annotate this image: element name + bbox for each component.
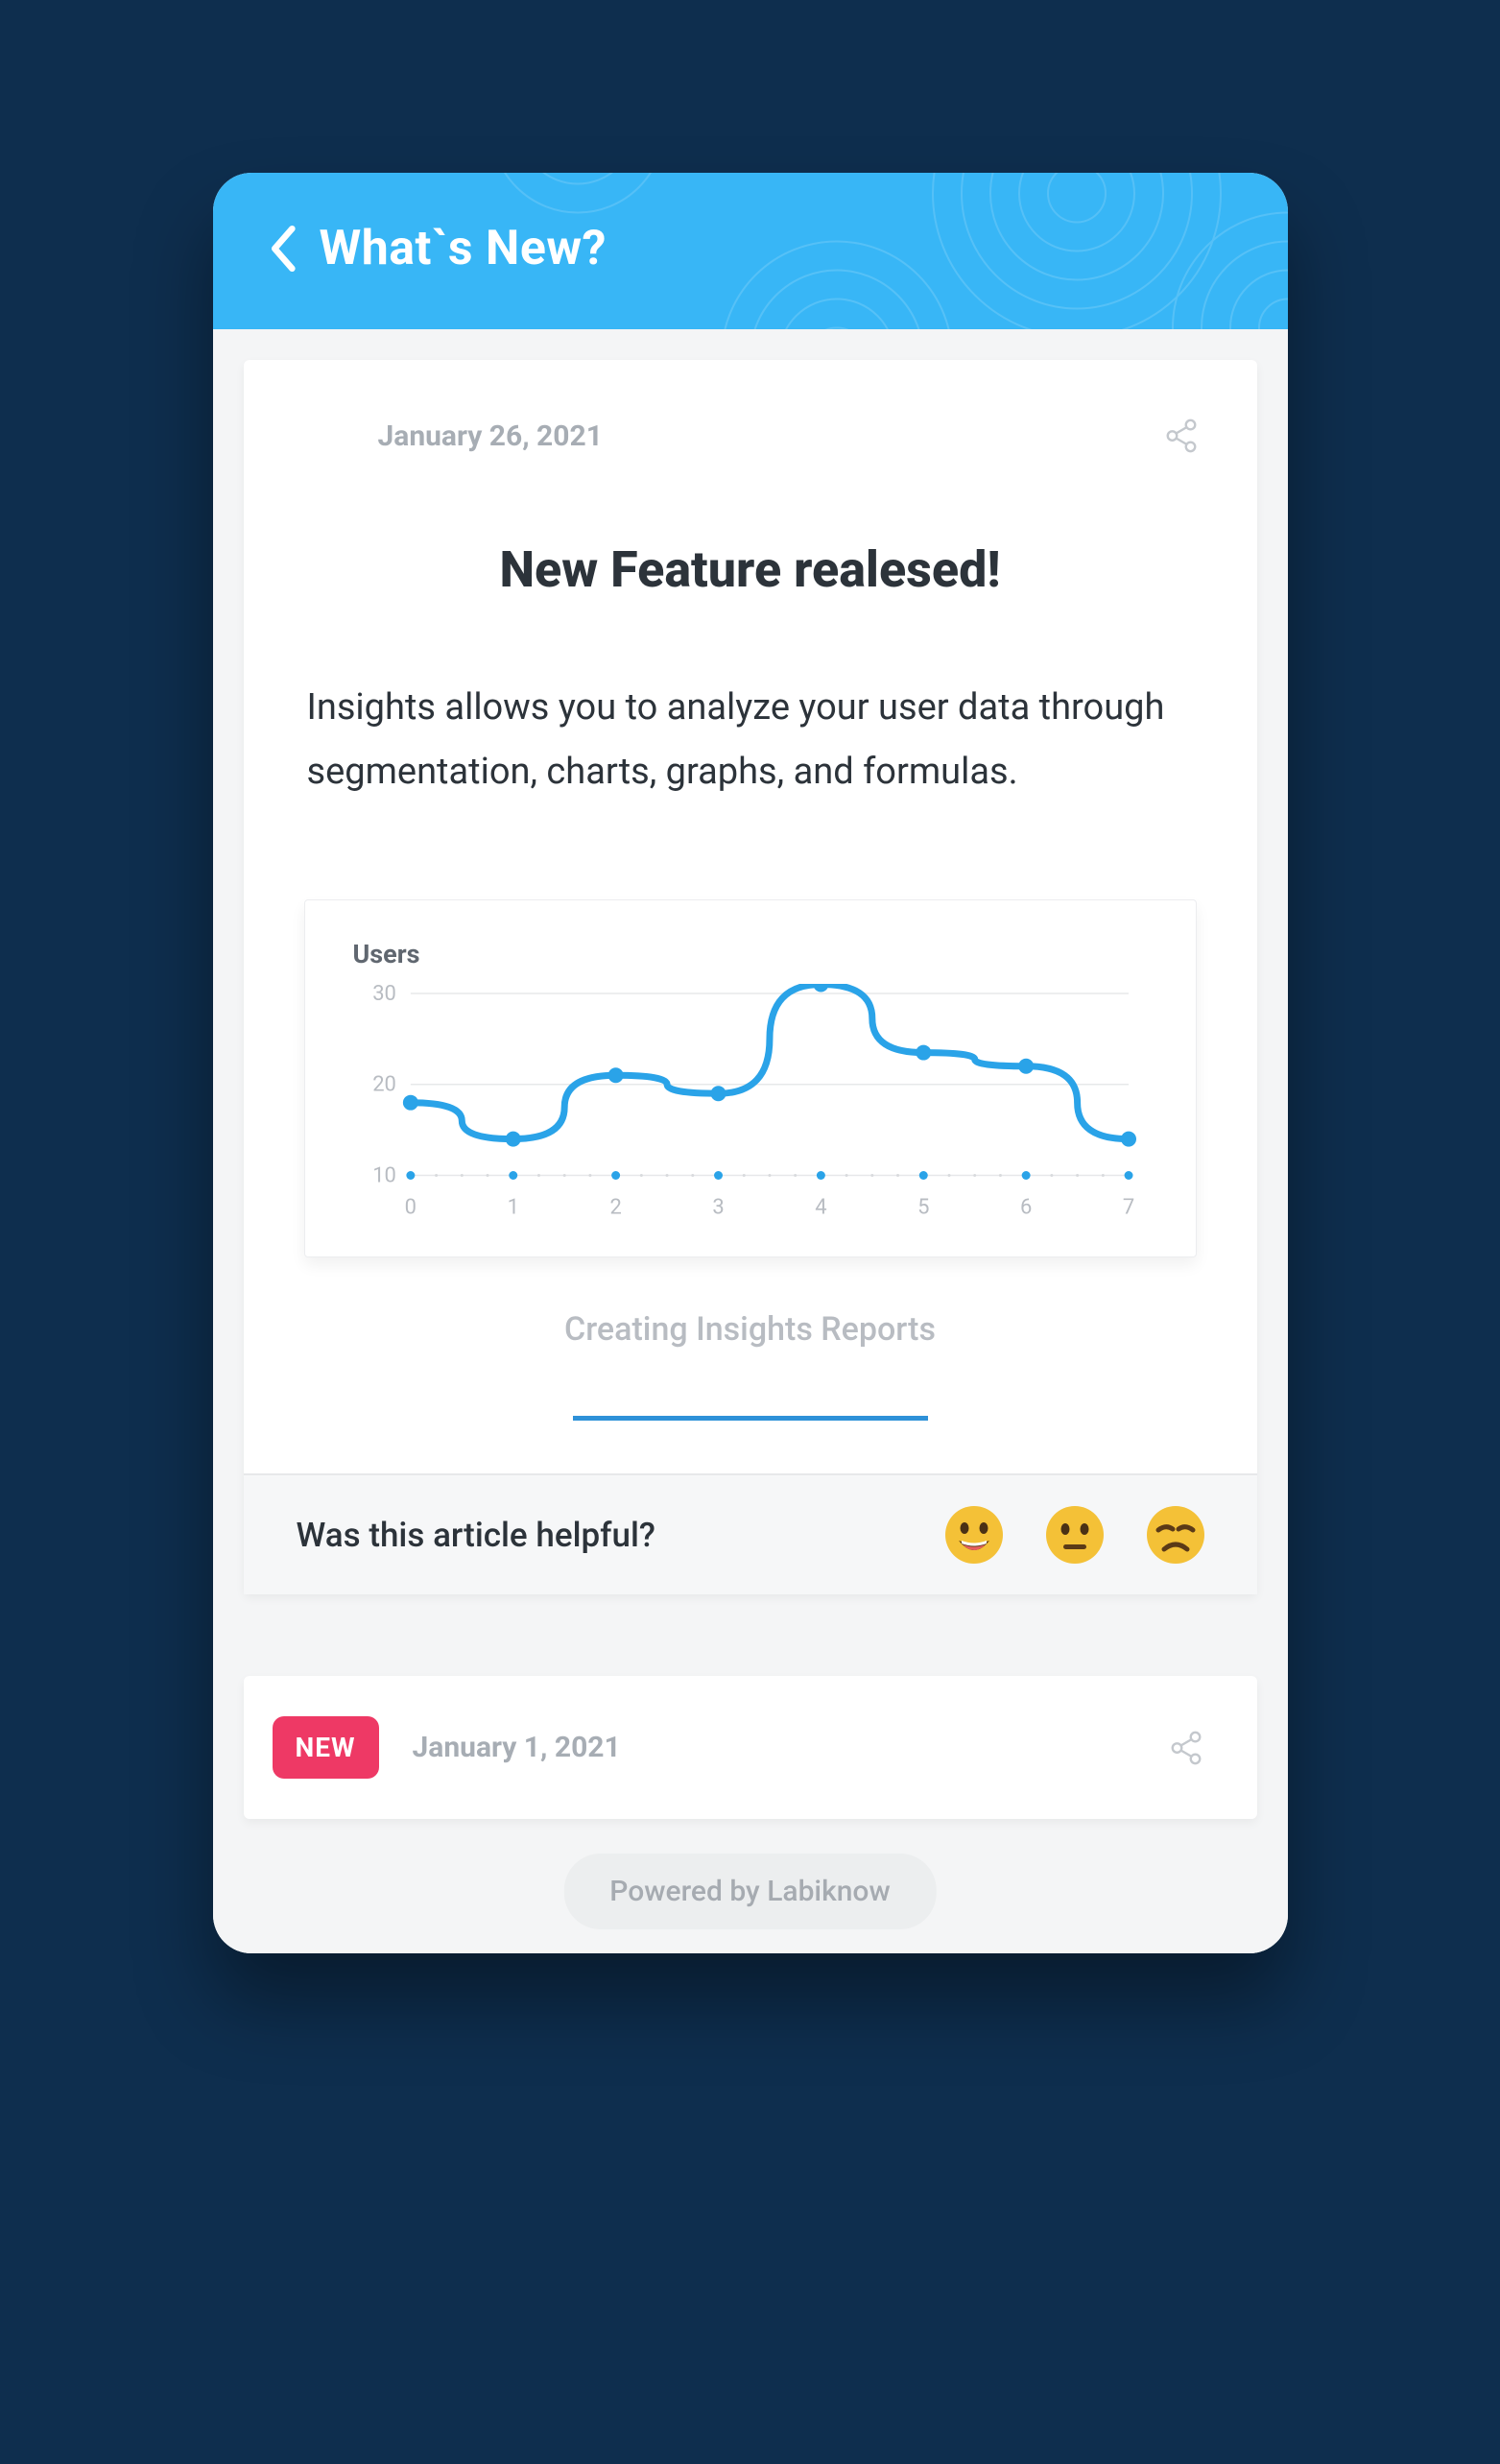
svg-text:10: 10 [372,1163,396,1187]
feedback-bar: Was this article helpful? [244,1473,1257,1594]
chart-caption: Creating Insights Reports [301,1310,1200,1349]
article-card: January 26, 2021 New Feature realesed! [244,360,1257,1594]
feedback-question: Was this article helpful? [297,1516,655,1555]
accent-divider [573,1416,928,1421]
widget-header: What`s New? [213,173,1288,329]
users-chart: Users 10 20 30 0 1 2 3 4 5 6 7 [304,899,1197,1257]
header-title: What`s New? [320,221,607,276]
svg-text:20: 20 [372,1073,396,1097]
chart-title: Users [353,939,1148,969]
emoji-sad[interactable] [1147,1506,1204,1564]
share-icon[interactable] [1168,1730,1204,1766]
svg-text:0: 0 [404,1195,416,1219]
svg-text:7: 7 [1122,1195,1133,1219]
article-title: New Feature realesed! [301,540,1200,599]
svg-text:1: 1 [507,1195,518,1219]
svg-text:3: 3 [712,1195,724,1219]
emoji-happy[interactable] [945,1506,1003,1564]
back-icon[interactable] [266,224,298,274]
article-body: Insights allows you to analyze your user… [301,676,1200,803]
article-2-date: January 1, 2021 [413,1731,1134,1764]
svg-text:4: 4 [815,1195,826,1219]
article-card-2[interactable]: NEW January 1, 2021 [244,1676,1257,1819]
powered-by-badge[interactable]: Powered by Labiknow [563,1854,936,1929]
svg-text:5: 5 [917,1195,929,1219]
svg-text:6: 6 [1019,1195,1031,1219]
chart-canvas: 10 20 30 0 1 2 3 4 5 6 7 [353,984,1148,1223]
new-badge: NEW [273,1716,379,1779]
widget-content: January 26, 2021 New Feature realesed! [213,329,1288,1953]
whats-new-widget: What`s New? January 26, 2021 [213,173,1288,1953]
feedback-emoji-row [945,1506,1204,1564]
emoji-neutral[interactable] [1046,1506,1104,1564]
share-icon[interactable] [1163,418,1200,454]
article-date: January 26, 2021 [378,419,603,453]
svg-text:2: 2 [609,1195,621,1219]
svg-text:30: 30 [372,984,396,1006]
